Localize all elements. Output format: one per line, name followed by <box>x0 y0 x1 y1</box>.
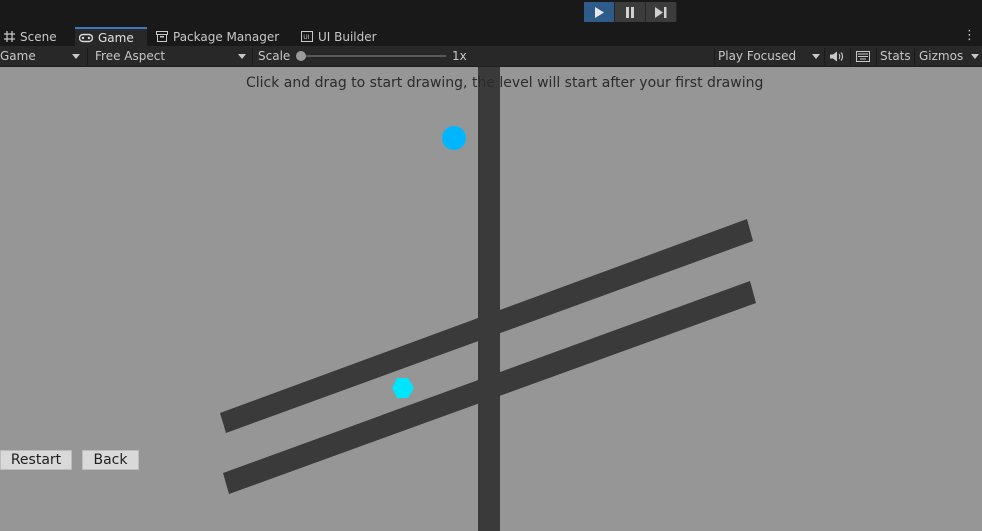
keyboard-icon <box>856 50 870 62</box>
game-view-toolbar: Game Free Aspect Scale 1x Play Focused S… <box>0 46 982 67</box>
step-icon <box>655 6 667 18</box>
step-button[interactable] <box>646 2 677 22</box>
play-mode-label: Play Focused <box>718 49 797 63</box>
aspect-dropdown[interactable]: Free Aspect <box>95 46 251 66</box>
tab-label: Scene <box>20 29 57 44</box>
gizmos-dropdown[interactable]: Gizmos <box>919 46 981 66</box>
scale-slider-track[interactable] <box>300 55 446 57</box>
tab-game[interactable]: Game <box>75 27 147 46</box>
play-icon <box>595 6 604 18</box>
pause-icon <box>626 6 634 18</box>
more-options-icon[interactable]: ⋮ <box>963 29 976 43</box>
speaker-icon <box>830 51 844 61</box>
grid-icon <box>4 31 15 42</box>
play-toolbar <box>0 0 982 27</box>
tab-ui-builder[interactable]: UI UI Builder <box>297 27 389 46</box>
editor-tab-strip: Scene Game Package Manager UI UI Builder… <box>0 27 982 46</box>
display-label: Game <box>0 49 36 63</box>
gizmos-label: Gizmos <box>919 49 964 63</box>
back-button[interactable]: Back <box>82 450 139 470</box>
play-controls <box>584 2 677 22</box>
scale-label: Scale <box>258 49 291 63</box>
vertical-wall <box>478 67 500 531</box>
scale-value: 1x <box>452 49 467 63</box>
chevron-down-icon <box>72 54 80 59</box>
stats-button[interactable]: Stats <box>880 46 911 66</box>
package-icon <box>156 31 168 42</box>
chevron-down-icon <box>971 54 979 59</box>
play-button[interactable] <box>584 2 615 22</box>
display-dropdown[interactable]: Game <box>0 46 86 66</box>
pause-button[interactable] <box>615 2 646 22</box>
restart-button[interactable]: Restart <box>0 450 72 470</box>
play-mode-dropdown[interactable]: Play Focused <box>718 46 823 66</box>
scale-slider-handle[interactable] <box>296 51 306 61</box>
tab-label: Package Manager <box>173 29 280 44</box>
player-ball <box>442 126 466 150</box>
aspect-label: Free Aspect <box>95 49 166 63</box>
tab-scene[interactable]: Scene <box>0 27 74 46</box>
tab-label: Game <box>98 30 134 45</box>
chevron-down-icon <box>812 54 820 59</box>
tab-package-manager[interactable]: Package Manager <box>152 27 292 46</box>
goal-hexagon <box>392 378 414 398</box>
ui-builder-icon: UI <box>301 31 313 42</box>
tab-label: UI Builder <box>318 29 377 44</box>
svg-text:UI: UI <box>303 34 309 41</box>
game-scene <box>220 67 756 531</box>
chevron-down-icon <box>238 54 246 59</box>
game-viewport[interactable]: Click and drag to start drawing, the lev… <box>0 67 982 531</box>
keyboard-shortcuts-button[interactable] <box>856 46 872 66</box>
mute-audio-button[interactable] <box>830 46 846 66</box>
instruction-text: Click and drag to start drawing, the lev… <box>246 75 764 91</box>
gamepad-icon <box>79 33 93 43</box>
